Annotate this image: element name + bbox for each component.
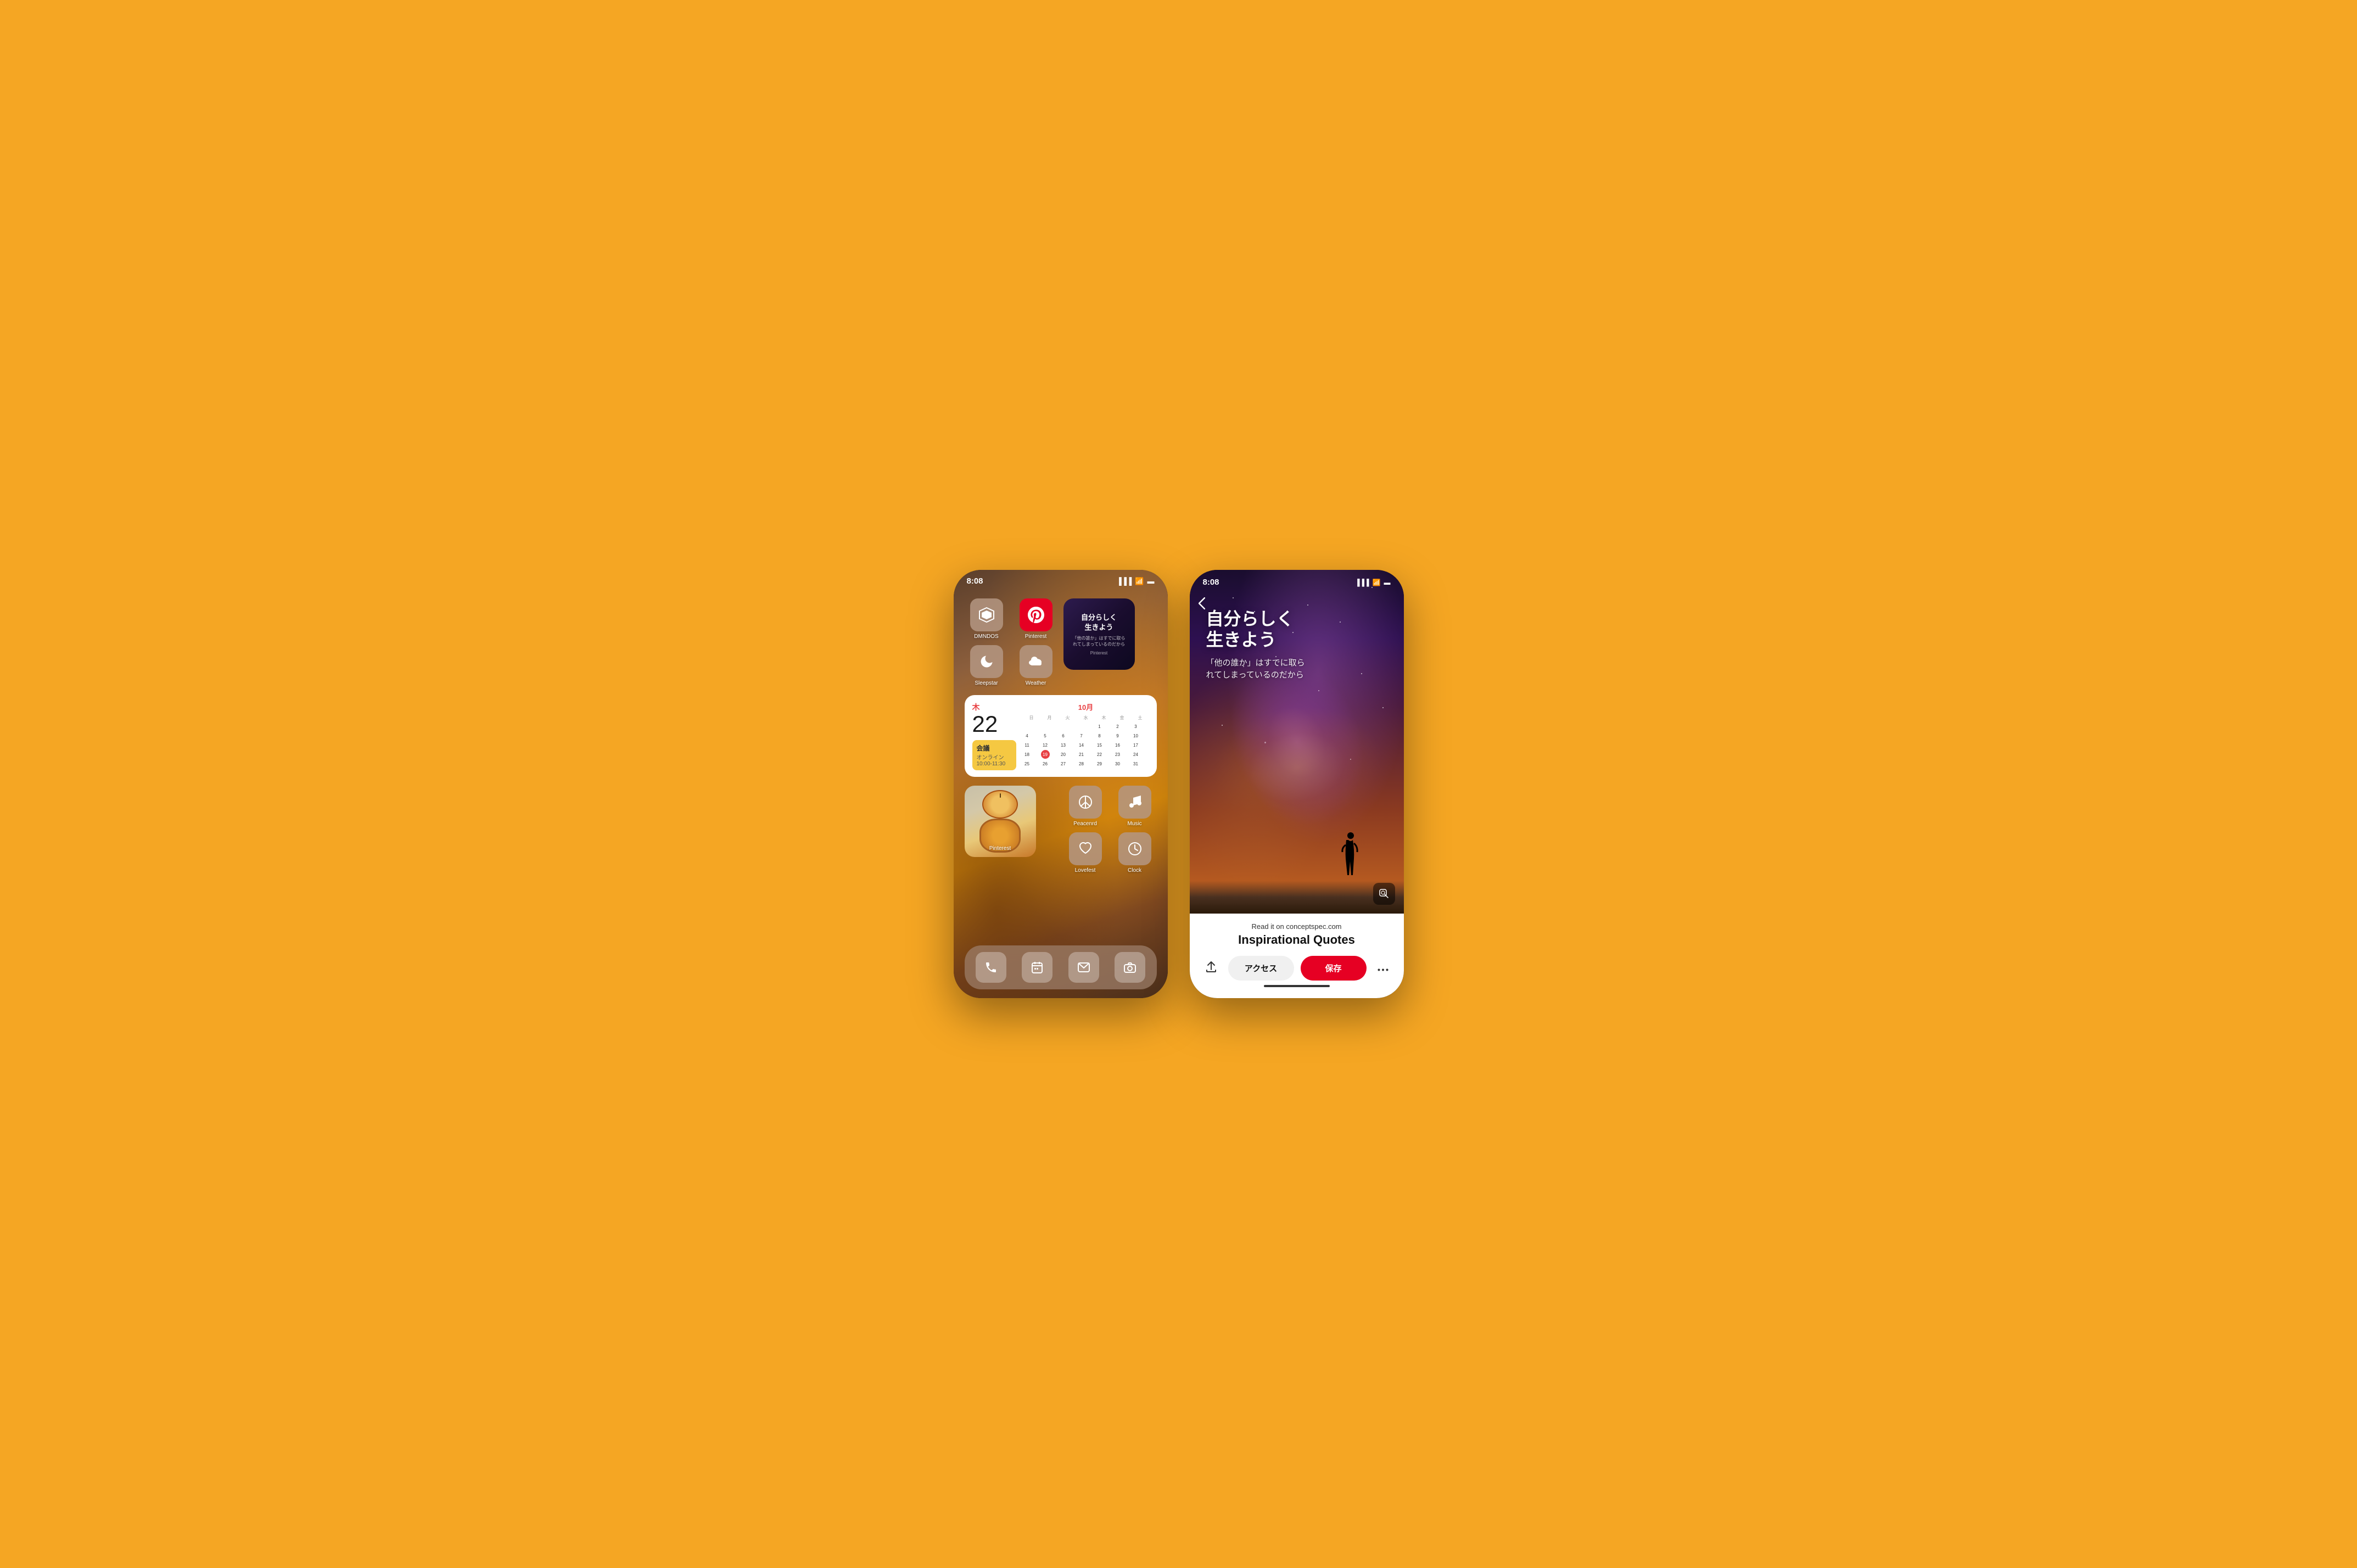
photo-widget-label: Pinterest [965,845,1036,852]
quote-main: 自分らしく生きよう [1206,608,1387,651]
quote-sub: 「他の誰か」はすでに取られてしまっているのだから [1206,657,1387,682]
weather-label: Weather [1026,680,1046,686]
dmndos-icon [970,598,1003,631]
app-weather[interactable]: Weather [1014,645,1058,686]
quote-sub-text: 「他の誰か」はすでに取られてしまっているのだから [1072,635,1125,647]
app-lovefest[interactable]: Lovefest [1063,832,1107,873]
app-sleepstar[interactable]: Sleepstar [965,645,1009,686]
back-button[interactable] [1199,597,1205,613]
source-prefix: Read it on [1251,922,1286,931]
cal-hdr-mon: 月 [1041,714,1059,721]
home-content: DMNDOS Pinterest 自分らしく生きよう 「他の誰か」はすでに取られ… [954,570,1168,998]
dock-phone[interactable] [976,952,1006,983]
pinterest-icon-top [1020,598,1052,631]
left-phone: 8:08 ▐▐▐ 📶 ▬ DMNDOS [954,570,1168,998]
cal-hdr-sat: 土 [1132,714,1149,721]
app-pinterest-top[interactable]: Pinterest [1014,598,1058,640]
pinterest-label-top: Pinterest [1025,634,1046,640]
dock [965,945,1157,989]
calendar-left: 木 22 会議 オンライン 10:00-11:30 [972,702,1016,770]
pinterest-detail-screen: 自分らしく生きよう 「他の誰か」はすでに取られてしまっているのだから Read … [1190,570,1404,998]
quote-widget-text: 自分らしく生きよう 「他の誰か」はすでに取られてしまっているのだから [1072,613,1125,648]
dock-camera[interactable] [1115,952,1145,983]
cal-event-time: 10:00-11:30 [977,761,1012,767]
peacenrd-label: Peacenrd [1073,821,1097,827]
status-icons-left: ▐▐▐ 📶 ▬ [1117,577,1155,586]
scene: 8:08 ▐▐▐ 📶 ▬ DMNDOS [932,548,1426,1020]
cal-today[interactable]: 19 [1041,750,1050,759]
cal-hdr-wed: 水 [1077,714,1095,721]
more-button[interactable] [1373,957,1393,979]
wifi-icon-right: 📶 [1373,579,1381,586]
source-site: conceptspec.com [1286,922,1341,931]
cal-date: 22 [972,713,1016,736]
calendar-right: 10月 日 月 火 水 木 金 土 1 [1023,702,1149,770]
status-icons-right: ▐▐▐ 📶 ▬ [1355,579,1390,586]
quote-overlay: 自分らしく生きよう 「他の誰か」はすでに取られてしまっているのだから [1206,608,1387,682]
cal-event-loc: オンライン [977,753,1012,761]
search-lens-button[interactable] [1373,883,1395,905]
cal-hdr-sun: 日 [1023,714,1040,721]
dock-calendar[interactable] [1022,952,1052,983]
cal-month: 10月 [1023,702,1149,712]
soup-bowl-top [982,790,1018,819]
cal-hdr-tue: 火 [1059,714,1077,721]
status-bar-right: 8:08 ▐▐▐ 📶 ▬ [1190,570,1404,589]
quote-widget[interactable]: 自分らしく生きよう 「他の誰か」はすでに取られてしまっているのだから Pinte… [1063,598,1135,670]
quote-main-text: 自分らしく生きよう [1072,613,1125,632]
bottom-app-section: Peacenrd Music Lovefest [954,783,1168,876]
app-peacenrd[interactable]: Peacenrd [1063,786,1107,827]
lovefest-label: Lovefest [1075,867,1096,873]
right-phone: 8:08 ▐▐▐ 📶 ▬ [1190,570,1404,998]
share-button[interactable] [1201,956,1222,981]
app-grid-row1: DMNDOS Pinterest 自分らしく生きよう 「他の誰か」はすでに取られ… [954,590,1168,691]
wifi-icon: 📶 [1135,577,1144,586]
sleepstar-icon [970,645,1003,678]
panel-actions: アクセス 保存 [1201,956,1393,981]
cal-event[interactable]: 会議 オンライン 10:00-11:30 [972,740,1016,770]
pinterest-image-area: 自分らしく生きよう 「他の誰か」はすでに取られてしまっているのだから [1190,570,1404,914]
quote-widget-label: Pinterest [1090,651,1108,656]
signal-icon: ▐▐▐ [1117,577,1132,585]
source-text: Read it on conceptspec.com [1201,922,1393,931]
ground [1190,881,1404,914]
battery-icon-right: ▬ [1384,579,1391,586]
signal-icon-right: ▐▐▐ [1355,579,1369,586]
status-time-right: 8:08 [1203,578,1219,587]
app-music[interactable]: Music [1113,786,1157,827]
cal-hdr-fri: 金 [1113,714,1131,721]
access-button[interactable]: アクセス [1228,956,1294,981]
pinterest-panel: Read it on conceptspec.com Inspirational… [1190,914,1404,998]
dmndos-label: DMNDOS [974,634,998,640]
status-bar-left: 8:08 ▐▐▐ 📶 ▬ [954,570,1168,588]
home-indicator [1264,985,1330,987]
cal-grid: 日 月 火 水 木 金 土 1 2 3 [1023,714,1149,768]
app-dmndos[interactable]: DMNDOS [965,598,1009,640]
person-silhouette [1341,831,1360,883]
music-label: Music [1127,821,1141,827]
calendar-widget[interactable]: 木 22 会議 オンライン 10:00-11:30 10月 日 月 火 水 [965,695,1157,777]
panel-title: Inspirational Quotes [1201,933,1393,947]
save-button[interactable]: 保存 [1301,956,1367,981]
dock-mail[interactable] [1068,952,1099,983]
weather-icon [1020,645,1052,678]
clock-label: Clock [1128,867,1141,873]
cal-hdr-thu: 木 [1095,714,1113,721]
status-time-left: 8:08 [967,576,983,586]
cal-event-title: 会議 [977,743,1012,753]
battery-icon: ▬ [1147,577,1155,585]
app-clock[interactable]: Clock [1113,832,1157,873]
sleepstar-label: Sleepstar [975,680,998,686]
peacenrd-icon [1069,786,1102,819]
music-icon [1118,786,1151,819]
